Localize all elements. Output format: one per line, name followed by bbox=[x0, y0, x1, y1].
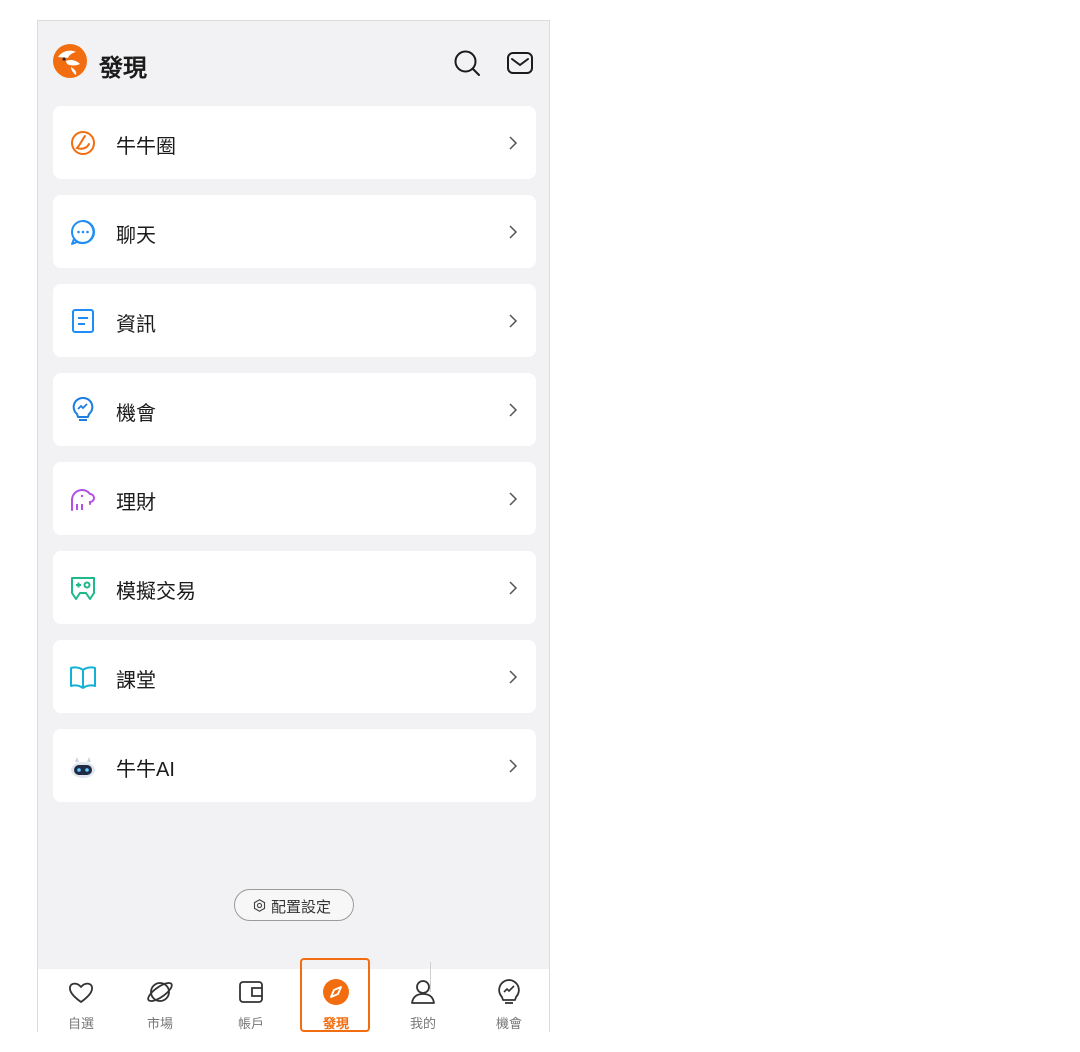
chevron-right-icon bbox=[509, 225, 518, 239]
circle-moon-icon bbox=[71, 131, 95, 155]
heart-icon bbox=[68, 982, 94, 1003]
menu-item-label: 機會 bbox=[116, 403, 156, 425]
menu-item-label: 牛牛圈 bbox=[116, 136, 176, 158]
tab-label: 機會 bbox=[495, 1016, 522, 1031]
tab-label: 自選 bbox=[67, 1016, 94, 1031]
menu-item-opportunity[interactable]: 機會 bbox=[53, 373, 536, 446]
lightbulb-trend-icon bbox=[498, 979, 520, 1004]
menu-item-niuniu-circle[interactable]: 牛牛圈 bbox=[53, 106, 536, 179]
tab-label: 市場 bbox=[146, 1016, 173, 1031]
config-settings-button[interactable]: 配置設定 bbox=[234, 889, 354, 921]
futu-logo-icon bbox=[53, 44, 87, 78]
chevron-right-icon bbox=[509, 403, 518, 417]
discover-menu: 牛牛圈 聊天 資訊 機會 理財 模擬交易 課堂 牛牛AI bbox=[53, 106, 536, 818]
lightbulb-trend-icon bbox=[72, 396, 94, 421]
elephant-icon bbox=[71, 489, 95, 511]
chevron-right-icon bbox=[509, 136, 518, 150]
chevron-right-icon bbox=[509, 581, 518, 595]
header: 發現 bbox=[38, 21, 549, 107]
discover-screen: 發現 牛牛圈 聊天 資訊 機會 理財 模擬交易 課堂 牛牛AI 配置設定 自選 … bbox=[37, 20, 550, 1033]
person-icon bbox=[411, 980, 435, 1004]
tab-divider bbox=[430, 962, 431, 992]
menu-item-classroom[interactable]: 課堂 bbox=[53, 640, 536, 713]
robot-icon bbox=[71, 757, 95, 778]
menu-item-label: 資訊 bbox=[116, 314, 156, 336]
tab-me[interactable]: 我的 bbox=[381, 969, 465, 1033]
gear-icon bbox=[253, 899, 266, 912]
tab-opportunity[interactable]: 機會 bbox=[467, 969, 551, 1033]
chevron-right-icon bbox=[509, 670, 518, 684]
gamepad-icon bbox=[71, 577, 95, 600]
active-tab-highlight bbox=[300, 958, 370, 1032]
menu-item-label: 聊天 bbox=[116, 225, 156, 247]
planet-icon bbox=[147, 982, 173, 1002]
menu-item-wealth[interactable]: 理財 bbox=[53, 462, 536, 535]
menu-item-chat[interactable]: 聊天 bbox=[53, 195, 536, 268]
search-icon[interactable] bbox=[452, 48, 482, 78]
open-book-icon bbox=[70, 666, 96, 689]
document-icon bbox=[72, 309, 94, 333]
bottom-tab-bar: 自選 市場 帳戶 發現 我的 機會 bbox=[38, 969, 549, 1033]
tab-market[interactable]: 市場 bbox=[118, 969, 202, 1033]
page-title: 發現 bbox=[99, 55, 147, 82]
tab-label: 帳戶 bbox=[237, 1016, 264, 1031]
menu-item-label: 模擬交易 bbox=[116, 581, 196, 603]
menu-item-label: 課堂 bbox=[116, 670, 156, 692]
config-settings-label: 配置設定 bbox=[271, 899, 332, 916]
chevron-right-icon bbox=[509, 492, 518, 506]
menu-item-niuniu-ai[interactable]: 牛牛AI bbox=[53, 729, 536, 802]
tab-account[interactable]: 帳戶 bbox=[209, 969, 293, 1033]
menu-item-label: 理財 bbox=[116, 492, 156, 514]
tab-label: 我的 bbox=[409, 1016, 436, 1031]
chat-bubble-icon bbox=[71, 220, 95, 245]
menu-item-label: 牛牛AI bbox=[116, 759, 175, 781]
mail-icon[interactable] bbox=[505, 48, 535, 78]
wallet-icon bbox=[239, 981, 263, 1003]
tab-watchlist[interactable]: 自選 bbox=[39, 969, 123, 1033]
chevron-right-icon bbox=[509, 759, 518, 773]
menu-item-news[interactable]: 資訊 bbox=[53, 284, 536, 357]
menu-item-paper-trading[interactable]: 模擬交易 bbox=[53, 551, 536, 624]
chevron-right-icon bbox=[509, 314, 518, 328]
